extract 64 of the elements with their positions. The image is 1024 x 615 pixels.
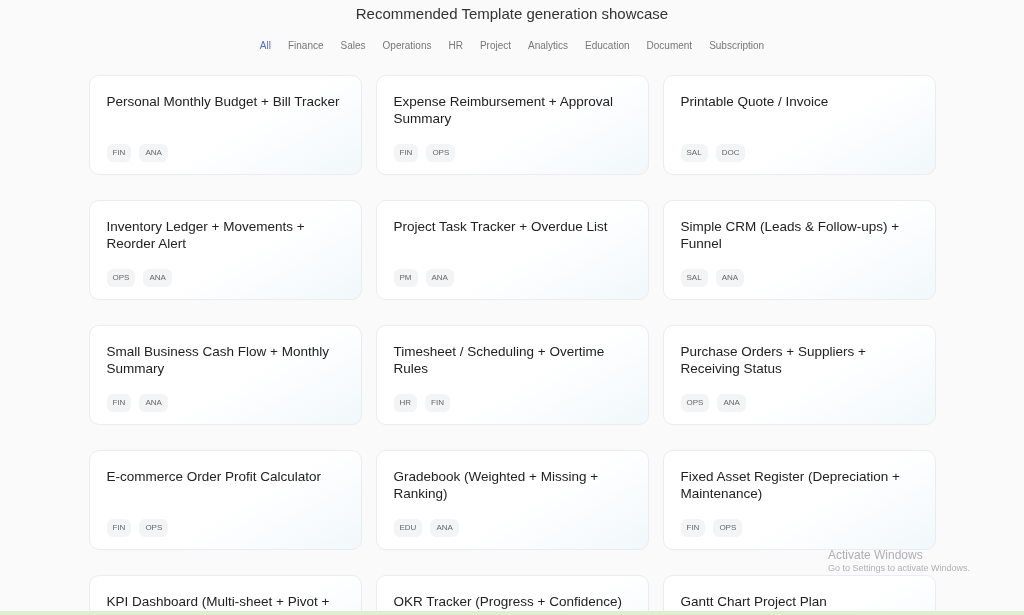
- tag-label: FIN: [393, 144, 419, 162]
- category-tab[interactable]: Sales: [340, 39, 366, 53]
- card-title: Timesheet / Scheduling + Overtime Rules: [393, 343, 606, 378]
- tag-label: ANA: [139, 144, 168, 162]
- template-card[interactable]: Personal Monthly Budget + Bill Tracker FIN ANA: [88, 75, 362, 175]
- tag-label: OPS: [106, 269, 136, 287]
- category-tab[interactable]: Project: [479, 39, 512, 53]
- category-tab[interactable]: Education: [585, 39, 630, 53]
- card-title: Printable Quote / Invoice: [680, 93, 830, 111]
- tag-label: OPS: [139, 519, 169, 537]
- tag-label: FIN: [425, 394, 450, 412]
- category-tab[interactable]: HR: [448, 39, 463, 53]
- tag-label: EDU: [393, 519, 423, 537]
- template-card[interactable]: Small Business Cash Flow + Monthly Summary FIN ANA: [88, 325, 362, 425]
- template-card[interactable]: Gradebook (Weighted + Missing + Ranking) EDU ANA: [375, 450, 649, 550]
- template-card[interactable]: Timesheet / Scheduling + Overtime Rules HR FIN: [375, 325, 649, 425]
- tag-label: ANA: [717, 394, 746, 412]
- card-title: Project Task Tracker + Overdue List: [393, 218, 609, 236]
- template-card[interactable]: Simple CRM (Leads & Follow-ups) + Funnel SAL ANA: [662, 200, 936, 300]
- template-card[interactable]: Inventory Ledger + Movements + Reorder Alert OPS ANA: [88, 200, 362, 300]
- tag-label: ANA: [715, 269, 745, 287]
- card-title: E-commerce Order Profit Calculator: [106, 468, 323, 486]
- tag-label: FIN: [106, 144, 132, 162]
- tag-label: ANA: [139, 394, 168, 412]
- card-title: Purchase Orders + Suppliers + Receiving Status: [680, 343, 867, 378]
- template-card[interactable]: Fixed Asset Register (Depreciation + Maintenance) FIN OPS: [662, 450, 936, 550]
- category-tab[interactable]: Document: [646, 39, 693, 53]
- category-tab[interactable]: Analytics: [528, 39, 569, 53]
- card-title: Inventory Ledger + Movements + Reorder Alert: [106, 218, 306, 253]
- template-card[interactable]: Purchase Orders + Suppliers + Receiving Status OPS ANA: [662, 325, 936, 425]
- card-title: Gradebook (Weighted + Missing + Ranking): [393, 468, 600, 503]
- category-tab[interactable]: Operations: [382, 39, 432, 53]
- template-card[interactable]: Project Task Tracker + Overdue List PM ANA: [375, 200, 649, 300]
- template-card[interactable]: Expense Reimbursement + Approval Summary FIN OPS: [375, 75, 649, 175]
- card-title: Simple CRM (Leads & Follow-ups) + Funnel: [680, 218, 901, 253]
- tag-label: FIN: [106, 519, 132, 537]
- card-title: OKR Tracker (Progress + Confidence): [393, 593, 623, 611]
- category-tab[interactable]: Finance: [287, 39, 324, 53]
- category-tab[interactable]: All: [259, 39, 271, 53]
- template-card[interactable]: E-commerce Order Profit Calculator FIN OPS: [88, 450, 362, 550]
- card-title: Fixed Asset Register (Depreciation + Maintenance): [680, 468, 901, 503]
- card-title: Expense Reimbursement + Approval Summary: [393, 93, 614, 128]
- page-title: Recommended Template generation showcase: [355, 4, 669, 24]
- tag-label: ANA: [425, 269, 454, 287]
- tag-label: DOC: [715, 144, 746, 162]
- tag-label: FIN: [680, 519, 706, 537]
- card-title: Gantt Chart Project Plan: [680, 593, 828, 611]
- tag-label: SAL: [680, 144, 708, 162]
- tag-label: FIN: [106, 394, 132, 412]
- tag-label: OPS: [426, 144, 456, 162]
- tag-label: OPS: [680, 394, 710, 412]
- tag-label: ANA: [430, 519, 459, 537]
- tag-label: PM: [393, 269, 418, 287]
- tag-label: OPS: [713, 519, 743, 537]
- tag-label: SAL: [680, 269, 708, 287]
- card-title: KPI Dashboard (Multi-sheet + Pivot +: [106, 593, 331, 611]
- card-title: Small Business Cash Flow + Monthly Summary: [106, 343, 330, 378]
- activation-text: Go to Settings to activate Windows.: [828, 563, 971, 574]
- activation-heading: Activate Windows: [828, 548, 924, 563]
- card-title: Personal Monthly Budget + Bill Tracker: [106, 93, 341, 111]
- tag-label: ANA: [143, 269, 172, 287]
- template-card[interactable]: Printable Quote / Invoice SAL DOC: [662, 75, 936, 175]
- category-tab[interactable]: Subscription: [709, 39, 765, 53]
- tag-label: HR: [393, 394, 418, 412]
